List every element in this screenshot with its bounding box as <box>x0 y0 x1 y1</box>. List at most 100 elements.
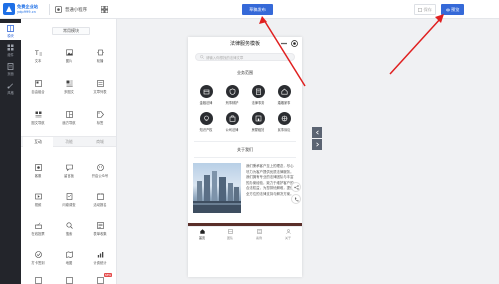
tabbar-label: 团队 <box>226 235 233 240</box>
component-map[interactable]: 地图 <box>56 251 82 266</box>
component-image[interactable]: 图片 <box>56 49 82 64</box>
nav-item-component[interactable]: 组件 <box>0 42 21 59</box>
component-multi-article[interactable]: 多图文 <box>56 80 82 95</box>
component-article-list[interactable]: 文章列表 <box>87 80 113 95</box>
page-icon <box>7 63 14 70</box>
legal-affairs-icon <box>251 85 265 98</box>
business-item[interactable]: 法律事务 <box>247 85 269 105</box>
component-panel: 常用模块 T 文本 图片 轮播 自由组合 多图文 文章列表 图文导航 魔方导航 … <box>21 19 117 284</box>
business-item[interactable]: 婚姻家事 <box>273 85 295 105</box>
component-more-1[interactable] <box>25 277 51 284</box>
component-message[interactable]: 留言板 <box>56 164 82 179</box>
business-label: 知识产权 <box>199 128 213 132</box>
business-item[interactable]: 刑事辩护 <box>221 85 243 105</box>
app-type-selector[interactable]: 普通小程序 <box>55 4 87 15</box>
business-label: 房屋租赁 <box>251 128 265 132</box>
business-item[interactable]: 房屋租赁 <box>247 112 269 132</box>
component-more-2[interactable] <box>56 277 82 284</box>
tab-function[interactable]: 功能 <box>54 137 84 147</box>
preview-label: 预览 <box>451 6 460 12</box>
multi-article-icon <box>66 80 73 87</box>
nav-label: 组件 <box>7 53 14 57</box>
component-nav[interactable]: 图文导航 <box>25 111 51 126</box>
component-label: 标签 <box>96 121 104 125</box>
nav-item-module[interactable]: 模块 <box>0 23 21 40</box>
tab-interactive[interactable]: 互动 <box>23 137 53 147</box>
grid-icon <box>96 277 104 284</box>
tab-mall[interactable]: 商城 <box>85 137 115 147</box>
business-item[interactable]: 民事诉讼 <box>273 112 295 132</box>
component-form[interactable]: 表单收集 <box>87 222 113 237</box>
component-stats[interactable]: 计费统计 <box>87 251 113 266</box>
component-more-3[interactable] <box>87 277 113 284</box>
nav-icon <box>35 111 41 118</box>
component-search[interactable]: 搜索 <box>56 222 82 237</box>
component-label: 问卷调查 <box>62 203 76 207</box>
call-float-button[interactable] <box>291 194 301 204</box>
component-tag[interactable]: 标签 <box>87 111 113 126</box>
component-vote[interactable]: 在线投票 <box>25 222 51 237</box>
business-label: 公司法律 <box>225 128 239 132</box>
grid-icon <box>65 277 73 284</box>
tabbar-item-case[interactable]: 案例 <box>249 229 269 241</box>
team-icon <box>227 229 233 234</box>
home-icon <box>199 229 205 234</box>
nav-label: 页面 <box>7 72 14 76</box>
preview-button[interactable]: 预览 <box>441 4 464 15</box>
apps-grid-button[interactable] <box>100 5 109 14</box>
new-badge: NEW <box>104 273 112 277</box>
move-up-button[interactable] <box>312 127 322 138</box>
business-item[interactable]: 金融法律 <box>195 85 217 105</box>
section-about-title: 关于我们 <box>237 147 253 152</box>
tabbar-label: 案例 <box>255 235 262 240</box>
record-icon[interactable] <box>291 40 298 47</box>
tabbar-item-home[interactable]: 首页 <box>192 229 212 241</box>
tabbar-item-team[interactable]: 团队 <box>220 229 240 241</box>
component-icon <box>7 44 14 51</box>
save-button[interactable]: 保存 <box>414 4 436 15</box>
nav-item-page[interactable]: 页面 <box>0 61 21 78</box>
component-free-combo[interactable]: 自由组合 <box>25 80 51 95</box>
tabbar-label: 首页 <box>198 235 205 240</box>
business-item[interactable]: 公司法律 <box>221 112 243 132</box>
component-official-account[interactable]: 开启公众号 <box>87 164 113 179</box>
share-float-button[interactable] <box>291 182 301 192</box>
family-icon <box>277 85 291 98</box>
component-text[interactable]: T 文本 <box>25 49 51 64</box>
left-navigation: 模块 组件 页面 风格 <box>0 19 21 284</box>
business-item[interactable]: 知识产权 <box>195 112 217 132</box>
tabbar-item-about[interactable]: 关于 <box>278 229 298 241</box>
phone-preview-canvas[interactable]: 法律服务模板 请输入你想找的法律文章 业务范围 金融法律 刑事辩护 法律事务 婚… <box>188 37 302 277</box>
site-logo[interactable]: 免费企业站 ydp999.cn <box>3 2 39 17</box>
map-icon <box>65 251 73 258</box>
component-video[interactable]: 视频 <box>25 193 51 208</box>
business-label: 法律事务 <box>251 101 265 105</box>
component-service[interactable]: 客服 <box>25 164 51 179</box>
free-combo-icon <box>34 80 42 87</box>
image-icon <box>65 49 73 56</box>
component-cube-nav[interactable]: 魔方导航 <box>56 111 82 126</box>
more-dots-icon[interactable] <box>281 41 287 46</box>
component-checkin[interactable]: 打卡签到 <box>25 251 51 266</box>
cube-nav-icon <box>65 111 73 118</box>
component-label: 图文导航 <box>31 121 45 125</box>
component-survey[interactable]: 问卷调查 <box>56 193 82 208</box>
mini-program-icon <box>55 6 62 13</box>
search-bar[interactable]: 请输入你想找的法律文章 <box>195 53 295 61</box>
component-carousel[interactable]: 轮播 <box>87 49 113 64</box>
publish-button[interactable]: 草稿发布 <box>242 4 273 15</box>
style-icon <box>7 83 13 89</box>
article-list-icon <box>96 80 104 87</box>
official-account-icon <box>96 164 104 171</box>
carousel-icon <box>96 49 104 56</box>
nav-item-style[interactable]: 风格 <box>0 80 21 97</box>
component-category-tabs: 互动 功能 商城 <box>21 136 116 147</box>
header-divider <box>49 4 50 15</box>
vote-icon <box>34 222 42 229</box>
grid-icon <box>101 6 108 13</box>
component-signup[interactable]: 活动报名 <box>87 193 113 208</box>
move-down-button[interactable] <box>312 139 322 150</box>
grid-icon <box>34 277 42 284</box>
component-label: 打卡签到 <box>31 261 45 265</box>
business-label: 金融法律 <box>199 101 213 105</box>
